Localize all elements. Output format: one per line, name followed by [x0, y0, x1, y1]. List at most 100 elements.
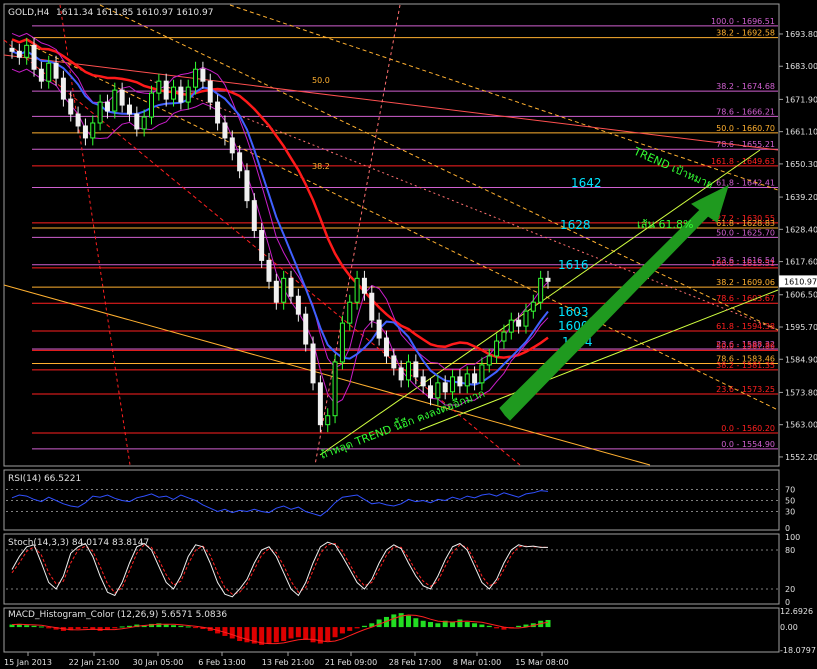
fibo-label-0: 100.0 - 1696.51: [711, 17, 775, 26]
fibo-label-12: 23.6 - 1616.54: [716, 256, 775, 265]
price-tick-label-12: 1563.00: [785, 421, 817, 430]
macd-bar-53: [398, 613, 404, 628]
fibo-label-5: 78.6 - 1655.21: [716, 140, 775, 149]
macd-bar-37: [281, 627, 287, 642]
stoch-tick-3: 0: [785, 598, 790, 607]
candle-body-45: [339, 322, 345, 363]
macd-tick-1: 0.00: [780, 623, 798, 632]
candle-body-0: [9, 47, 15, 52]
candle-body-63: [472, 373, 478, 384]
price-tick-label-8: 1606.50: [785, 291, 817, 300]
candle-body-27: [207, 80, 213, 103]
price-tick-label-10: 1584.90: [785, 355, 817, 364]
macd-bar-40: [303, 627, 309, 640]
candle-body-40: [303, 313, 309, 345]
macd-bar-69: [516, 625, 522, 628]
candle-body-23: [178, 86, 184, 103]
macd-bar-10: [82, 627, 88, 629]
macd-bar-54: [405, 615, 411, 628]
price-tick-label-6: 1628.40: [785, 225, 817, 234]
macd-bar-45: [339, 627, 345, 634]
time-tick-label-3: 6 Feb 13:00: [198, 658, 245, 667]
fibo-label-7: 61.8 - 1642.41: [716, 178, 775, 187]
candle-body-25: [193, 68, 199, 88]
price-tick-label-13: 1552.20: [785, 453, 817, 462]
price-tick-label-9: 1595.70: [785, 323, 817, 332]
fibo-label-2: 38.2 - 1674.68: [716, 82, 775, 91]
candle-body-4: [38, 68, 44, 82]
candle-body-9: [75, 113, 81, 127]
time-tick-label-8: 15 Mar 08:00: [515, 658, 568, 667]
candle-body-20: [156, 80, 162, 94]
chart-symbol: GOLD,H4: [8, 8, 50, 18]
macd-bar-24: [185, 626, 191, 628]
candle-body-41: [310, 343, 316, 384]
candle-body-26: [200, 68, 206, 82]
candle-body-58: [435, 382, 441, 399]
macd-bar-25: [193, 627, 199, 629]
candle-body-60: [450, 376, 456, 393]
candle-body-61: [457, 376, 463, 387]
time-tick-label-0: 15 Jan 2013: [4, 658, 52, 667]
price-annotation-1: 1628: [560, 218, 591, 232]
rsi-tick-3: 0: [785, 524, 790, 533]
fibo-label-22: 0.0 - 1554.90: [721, 440, 775, 449]
time-tick-label-6: 28 Feb 17:00: [389, 658, 441, 667]
candle-body-3: [31, 44, 37, 70]
price-annotation-3: 1603: [558, 305, 589, 319]
fibo-label-13: 38.2 - 1609.06: [716, 278, 775, 287]
fan-label-38: 38.2: [312, 162, 330, 171]
time-tick-label-1: 22 Jan 21:00: [69, 658, 120, 667]
candle-body-19: [149, 92, 155, 118]
candle-body-6: [53, 62, 59, 79]
stoch-tick-0: 100: [785, 533, 800, 542]
fibo-label-21: 0.0 - 1560.20: [721, 424, 775, 433]
macd-bar-9: [75, 627, 81, 629]
candle-body-73: [545, 277, 551, 282]
price-tick-label-1: 1683.00: [785, 62, 817, 71]
candle-body-71: [530, 301, 536, 312]
candle-body-42: [317, 382, 323, 426]
macd-bar-63: [472, 623, 478, 628]
candle-body-18: [141, 116, 147, 130]
trading-chart[interactable]: 100.0 - 1696.51 38.2 - 1692.58 38.2 - 1674…: [0, 0, 817, 669]
candle-body-46: [347, 301, 353, 324]
macd-bar-44: [332, 627, 338, 638]
macd-bar-3: [31, 625, 37, 628]
fibo-618-note: เส้น 61.8%: [637, 218, 693, 231]
rsi-tick-2: 30: [785, 508, 795, 517]
candle-body-44: [332, 361, 338, 417]
macd-bar-56: [420, 620, 426, 628]
macd-bar-46: [347, 627, 353, 631]
macd-bar-65: [486, 625, 492, 628]
candle-body-22: [171, 86, 177, 100]
price-tick-label-3: 1661.10: [785, 128, 817, 137]
candle-body-37: [281, 277, 287, 303]
candle-body-12: [97, 101, 103, 124]
candle-body-72: [538, 277, 544, 303]
candle-body-66: [494, 340, 500, 357]
candle-body-7: [60, 77, 66, 100]
candle-body-64: [479, 364, 485, 384]
candle-body-43: [325, 415, 331, 426]
stoch-tick-2: 20: [785, 585, 795, 594]
macd-bar-47: [354, 627, 360, 629]
candle-body-30: [229, 137, 235, 154]
price-tick-label-4: 1650.30: [785, 160, 817, 169]
macd-bar-73: [545, 619, 551, 628]
candle-body-62: [464, 373, 470, 387]
candle-body-55: [413, 361, 419, 378]
price-tick-label-7: 1617.60: [785, 258, 817, 267]
candle-body-35: [266, 259, 272, 282]
fibo-label-4: 50.0 - 1660.70: [716, 124, 775, 133]
fibo-label-14: 78.6 - 1603.67: [716, 294, 775, 303]
candle-body-16: [126, 104, 132, 115]
fibo-label-20: 23.6 - 1573.25: [716, 385, 775, 394]
macd-bar-62: [464, 622, 470, 628]
macd-bar-55: [413, 618, 419, 628]
candle-body-70: [523, 310, 529, 327]
candle-body-28: [215, 101, 221, 124]
candle-body-53: [398, 367, 404, 381]
price-tick-label-2: 1671.90: [785, 95, 817, 104]
candle-body-51: [383, 337, 389, 357]
